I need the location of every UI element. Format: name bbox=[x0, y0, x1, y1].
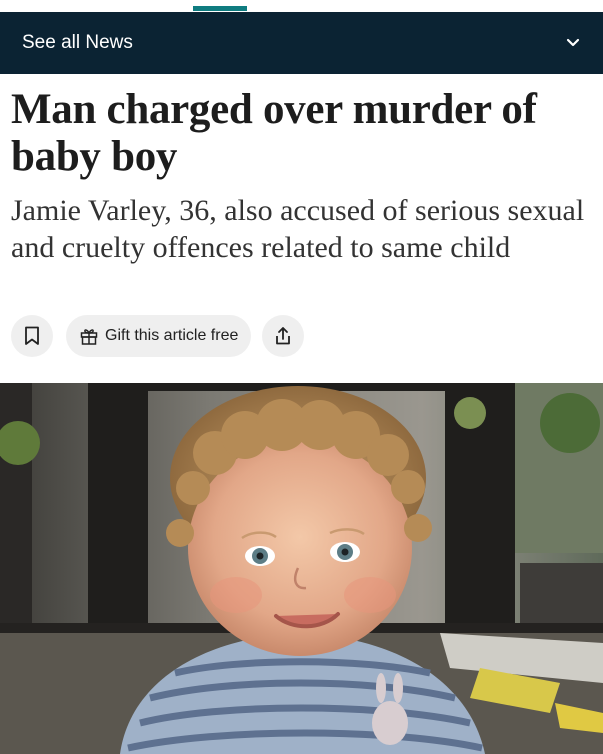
share-icon bbox=[276, 327, 291, 345]
headline-line-1: Man charged over murder of bbox=[11, 86, 537, 133]
active-tab-indicator bbox=[193, 6, 247, 11]
article-actions: Gift this article free bbox=[11, 314, 305, 358]
top-strip bbox=[0, 0, 603, 12]
bookmark-icon bbox=[25, 326, 39, 345]
article-photo-illustration bbox=[0, 383, 603, 754]
article-headline: Man charged over murder of baby boy bbox=[11, 86, 596, 180]
gift-article-button[interactable]: Gift this article free bbox=[66, 315, 252, 357]
article-standfirst: Jamie Varley, 36, also accused of seriou… bbox=[11, 194, 585, 264]
see-all-news-dropdown[interactable]: See all News bbox=[0, 12, 603, 74]
headline-line-2: baby boy bbox=[11, 133, 178, 180]
chevron-down-icon[interactable] bbox=[565, 35, 581, 51]
gift-icon bbox=[80, 329, 98, 345]
see-all-news-label: See all News bbox=[22, 32, 133, 53]
bookmark-button[interactable] bbox=[11, 315, 53, 357]
share-button[interactable] bbox=[262, 315, 305, 357]
gift-article-label: Gift this article free bbox=[105, 327, 239, 344]
article-photo bbox=[0, 383, 603, 754]
